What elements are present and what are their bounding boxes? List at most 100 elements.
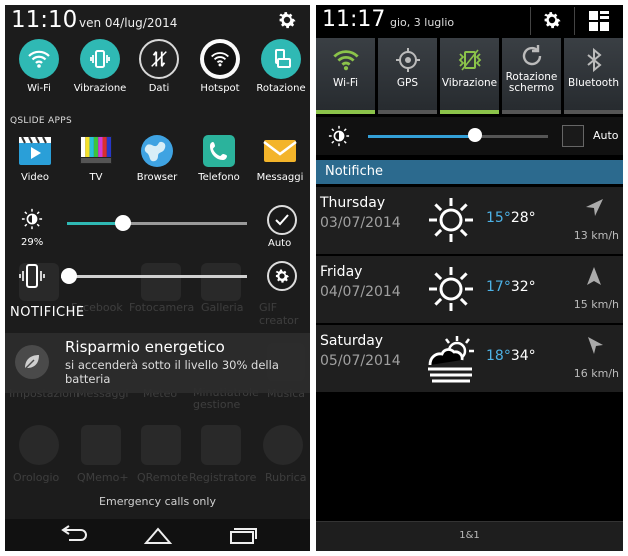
wind-speed: 16 km/h — [573, 367, 619, 380]
divider — [530, 7, 531, 35]
weather-row[interactable]: Saturday 05/07/2014 18°34° 16 km/h — [316, 325, 623, 393]
weather-row[interactable]: Thursday 03/07/2014 15°28° 13 km/h — [316, 187, 623, 255]
temp-low: 18° — [486, 348, 511, 364]
back-icon[interactable] — [57, 524, 91, 546]
brightness-icon — [21, 208, 43, 230]
brightness-row: Auto — [316, 117, 623, 155]
toggle-label: Vibrazione — [73, 83, 127, 94]
notification-body: si accenderà sotto il livello 30% della … — [65, 358, 279, 386]
carrier-label: 1&1 — [459, 530, 480, 541]
bg-app-label: Fotocamera — [129, 301, 195, 314]
sun-cloud-fog-icon — [424, 331, 478, 385]
toggle-bluetooth[interactable]: Bluetooth — [564, 38, 623, 114]
toggle-label: Rotazione — [256, 83, 306, 94]
toggle-gps[interactable]: GPS — [378, 38, 437, 114]
toggle-label: GPS — [396, 77, 419, 89]
wind-arrow-northwest-icon — [584, 335, 604, 355]
qslide-app-messages[interactable]: Messaggi — [250, 133, 310, 183]
qslide-app-browser[interactable]: Browser — [127, 133, 187, 183]
temp-high: 34° — [510, 348, 536, 364]
toggle-state-bar — [502, 110, 561, 114]
wifi-icon — [332, 46, 360, 74]
qslide-app-phone[interactable]: Telefono — [189, 133, 249, 183]
bluetooth-icon — [580, 46, 608, 74]
samsung-notification-panel: 11:17 gio, 3 luglio Wi-Fi GPS Vibrazione… — [316, 5, 623, 551]
volume-slider[interactable] — [61, 268, 247, 284]
wifi-icon — [19, 39, 59, 79]
vibrate-mode-icon[interactable] — [19, 262, 45, 290]
status-bar: 11:10 ven 04/lug/2014 — [5, 5, 310, 37]
vibrate-icon — [80, 39, 120, 79]
temp-low: 15° — [486, 210, 511, 226]
video-icon — [17, 133, 53, 169]
leaf-icon — [15, 345, 49, 379]
phone-icon — [201, 133, 237, 169]
recent-apps-icon[interactable] — [225, 524, 259, 546]
toggle-data[interactable]: Dati — [131, 39, 187, 94]
qslide-app-tv[interactable]: TV — [66, 133, 126, 183]
notification-title: Risparmio energetico — [65, 338, 225, 356]
brightness-slider[interactable] — [67, 215, 247, 231]
toggle-state-bar — [564, 110, 623, 114]
qslide-app-video[interactable]: Video — [5, 133, 65, 183]
clock: 11:10 — [11, 7, 78, 33]
brightness-slider[interactable] — [368, 128, 548, 143]
qslide-app-label: Browser — [136, 172, 178, 183]
weather-date: 04/07/2014 — [320, 284, 401, 300]
bg-app-label: QMemo+ — [77, 471, 129, 484]
settings-gear-icon[interactable] — [276, 9, 298, 31]
toggle-label: Vibrazione — [441, 77, 498, 89]
clock: 11:17 — [322, 7, 386, 32]
weather-date: 03/07/2014 — [320, 215, 401, 231]
toggle-hotspot[interactable]: Hotspot — [192, 39, 248, 94]
weather-day: Friday — [320, 264, 363, 280]
qslide-app-label: Messaggi — [256, 172, 304, 183]
notifications-header: NOTIFICHE — [10, 305, 85, 320]
toggle-screen-rotation[interactable]: Rotazione schermo — [502, 38, 561, 114]
rotation-icon — [261, 39, 301, 79]
slider-knob[interactable] — [115, 215, 131, 231]
toggle-rotation[interactable]: Rotazione — [253, 39, 309, 94]
temp-high: 28° — [510, 210, 536, 226]
auto-brightness-label: Auto — [593, 129, 619, 142]
wind-speed: 13 km/h — [573, 229, 619, 242]
quick-settings-grid-icon[interactable] — [588, 10, 610, 32]
navigation-bar — [5, 519, 310, 551]
temp-high: 32° — [510, 279, 536, 295]
divider — [574, 7, 575, 35]
brightness-percent: 29% — [21, 237, 44, 248]
toggle-label: Rotazione schermo — [505, 71, 558, 94]
carrier-bar: 1&1 — [316, 521, 623, 551]
data-icon — [139, 39, 179, 79]
weather-row[interactable]: Friday 04/07/2014 17°32° 15 km/h — [316, 256, 623, 324]
power-saving-notification[interactable]: Risparmio energetico si accenderà sotto … — [5, 333, 310, 393]
toggle-state-bar — [316, 110, 375, 114]
lg-notification-panel: Facebook Fotocamera Galleria GIF creator… — [5, 5, 310, 551]
bg-app-label: Registratore — [189, 471, 257, 484]
quick-toggles: Wi-Fi GPS Vibrazione Rotazione schermo B… — [316, 38, 623, 114]
slider-knob[interactable] — [468, 128, 482, 142]
toggle-wifi[interactable]: Wi-Fi — [11, 39, 67, 94]
auto-brightness-button[interactable] — [267, 205, 297, 235]
toggle-label: Wi-Fi — [332, 77, 359, 89]
slider-knob[interactable] — [61, 268, 77, 284]
brightness-icon — [328, 125, 350, 147]
home-icon[interactable] — [141, 524, 175, 546]
toggle-vibration[interactable]: Vibrazione — [72, 39, 128, 94]
toggle-wifi[interactable]: Wi-Fi — [316, 38, 375, 114]
qslide-app-label: TV — [89, 172, 103, 183]
toggle-vibration[interactable]: Vibrazione — [440, 38, 499, 114]
qslide-app-label: Telefono — [198, 172, 240, 183]
toggle-label: Dati — [148, 83, 170, 94]
weather-temperatures: 15°28° — [486, 210, 536, 226]
sound-settings-gear-icon[interactable] — [267, 261, 297, 291]
qslide-app-label: Video — [20, 172, 50, 183]
notifications-header-label: Notifiche — [325, 164, 383, 179]
settings-gear-icon[interactable] — [541, 9, 563, 31]
sun-icon — [424, 193, 478, 247]
toggle-label: Bluetooth — [568, 77, 619, 89]
weather-temperatures: 18°34° — [486, 348, 536, 364]
tv-icon — [78, 133, 114, 169]
wind-speed: 15 km/h — [573, 298, 619, 311]
auto-brightness-checkbox[interactable] — [562, 125, 584, 147]
